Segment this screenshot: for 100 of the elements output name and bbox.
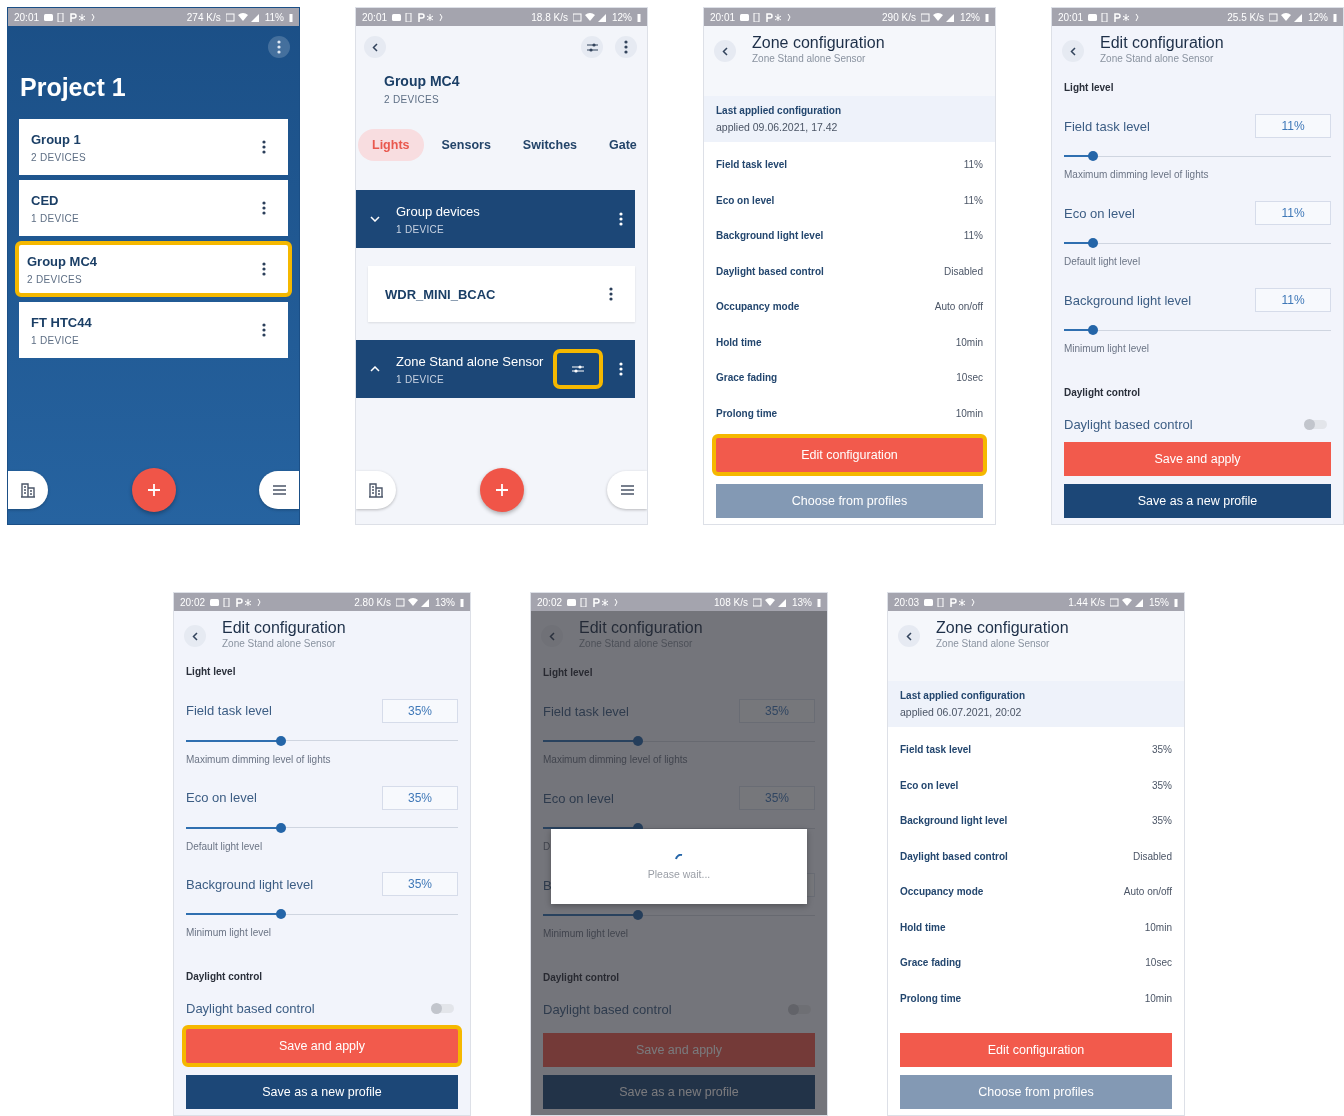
section-header[interactable]: Zone Stand alone Sensor 1 DEVICE xyxy=(356,340,635,398)
level-value-field[interactable]: 11% xyxy=(1255,201,1331,225)
level-label: Field task level xyxy=(543,703,629,719)
signal-status-icon xyxy=(921,12,955,22)
level-label: Eco on level xyxy=(186,790,257,806)
plus-icon xyxy=(146,483,161,497)
device-count: 1 DEVICE xyxy=(31,334,80,346)
filter-button[interactable] xyxy=(581,36,603,58)
screen-title: Zone configuration xyxy=(752,34,885,52)
chevron-left-icon xyxy=(549,631,555,641)
setting-label: Field task level xyxy=(900,744,972,756)
toggle-switch[interactable] xyxy=(432,1003,454,1013)
group-title: Group MC4 xyxy=(384,73,461,89)
level-label: Background light level xyxy=(186,876,314,892)
building-button[interactable] xyxy=(8,471,48,509)
status-time: 20:02 xyxy=(537,596,563,608)
battery-level: 11% xyxy=(264,11,284,23)
building-button[interactable] xyxy=(356,471,396,509)
group-card[interactable]: CED 1 DEVICE xyxy=(19,180,288,236)
action-button[interactable]: Edit configuration xyxy=(900,1033,1172,1067)
level-value-field[interactable]: 35% xyxy=(382,698,458,723)
device-count: 2 DEVICES xyxy=(27,273,83,285)
section-name: Group devices xyxy=(396,203,481,219)
chevron-up-icon xyxy=(370,366,380,372)
more-vertical-icon xyxy=(262,140,266,154)
category-tab[interactable]: Gate xyxy=(595,129,647,161)
device-count: 2 DEVICES xyxy=(31,151,87,163)
level-value-field[interactable]: 11% xyxy=(1255,114,1331,138)
action-button[interactable]: Save and apply xyxy=(182,1025,462,1067)
setting-value: Auto on/off xyxy=(934,301,983,313)
action-button[interactable]: Edit configuration xyxy=(712,434,987,476)
battery-icon xyxy=(985,12,989,22)
signal-status-icon xyxy=(225,12,260,22)
section-title: Light level xyxy=(1063,80,1115,95)
device-count: 1 DEVICE xyxy=(396,223,445,235)
project-title: Project 1 xyxy=(19,72,127,103)
group-card[interactable]: Group 1 2 DEVICES xyxy=(19,119,288,175)
group-card[interactable]: Group MC4 2 DEVICES xyxy=(15,241,292,297)
chevron-down-icon xyxy=(370,216,380,222)
back-button[interactable] xyxy=(714,40,736,62)
group-card[interactable]: FT HTC44 1 DEVICE xyxy=(19,302,288,358)
back-button[interactable] xyxy=(898,625,920,647)
setting-label: Hold time xyxy=(900,921,946,933)
screen-subtitle: Zone Stand alone Sensor xyxy=(752,53,867,64)
setting-value: 10sec xyxy=(1145,957,1172,969)
setting-label: Background light level xyxy=(900,815,1008,827)
setting-value: 11% xyxy=(963,159,983,171)
level-description: Default light level xyxy=(186,840,264,852)
setting-value: 10sec xyxy=(956,372,983,384)
device-count: 1 DEVICE xyxy=(396,373,445,385)
more-vertical-icon xyxy=(262,323,266,337)
back-button[interactable] xyxy=(184,625,206,647)
building-icon xyxy=(20,482,36,498)
more-vertical-icon xyxy=(619,212,623,226)
setting-value: 35% xyxy=(1152,815,1172,827)
action-button[interactable]: Save as a new profile xyxy=(186,1075,458,1109)
level-description: Default light level xyxy=(1064,256,1142,267)
menu-button[interactable] xyxy=(259,471,299,509)
building-icon xyxy=(368,482,384,498)
signal-status-icon xyxy=(396,597,430,607)
applied-date: applied 09.06.2021, 17.42 xyxy=(716,121,839,133)
more-button[interactable] xyxy=(268,36,290,58)
applied-date: applied 06.07.2021, 20:02 xyxy=(900,706,1023,718)
status-time: 20:02 xyxy=(180,596,206,608)
add-button[interactable] xyxy=(479,468,524,512)
status-time: 20:03 xyxy=(894,596,920,608)
category-tab[interactable]: Sensors xyxy=(427,129,505,161)
more-button[interactable] xyxy=(615,36,637,58)
level-value-field[interactable]: 35% xyxy=(382,785,458,810)
setting-value: 10min xyxy=(1144,992,1172,1004)
notification-status-icon xyxy=(567,597,620,607)
level-value-field[interactable]: 35% xyxy=(382,872,458,897)
toggle-switch[interactable] xyxy=(1305,419,1327,429)
back-button[interactable] xyxy=(1062,40,1084,62)
signal-status-icon xyxy=(1110,597,1144,607)
setting-value: Disabled xyxy=(1133,850,1172,862)
network-speed: 1.44 K/s xyxy=(1068,596,1105,608)
battery-level: 13% xyxy=(792,596,812,608)
last-applied-title: Last applied configuration xyxy=(900,690,1026,701)
section-header[interactable]: Group devices 1 DEVICE xyxy=(356,190,635,248)
device-count: 1 DEVICE xyxy=(31,212,80,224)
action-button[interactable]: Save as a new profile xyxy=(1064,484,1331,518)
add-button[interactable] xyxy=(131,468,176,512)
more-vertical-icon xyxy=(619,362,623,376)
signal-status-icon xyxy=(1269,12,1303,22)
category-tab[interactable]: Lights xyxy=(358,129,424,161)
level-value-field[interactable]: 11% xyxy=(1255,288,1331,312)
device-card[interactable]: WDR_MINI_BCAC xyxy=(368,266,635,322)
action-button[interactable]: Save as a new profile xyxy=(543,1075,815,1109)
chevron-left-icon xyxy=(722,46,728,56)
battery-icon xyxy=(1333,12,1337,22)
setting-label: Daylight based control xyxy=(716,265,824,277)
action-button[interactable]: Save and apply xyxy=(1064,442,1331,476)
menu-button[interactable] xyxy=(607,471,647,509)
level-description: Minimum light level xyxy=(186,927,273,939)
screen-title: Edit configuration xyxy=(579,619,703,637)
configure-button[interactable] xyxy=(553,349,603,389)
category-tab[interactable]: Switches xyxy=(508,129,592,161)
back-button[interactable] xyxy=(364,36,386,58)
notification-status-icon xyxy=(924,597,977,607)
